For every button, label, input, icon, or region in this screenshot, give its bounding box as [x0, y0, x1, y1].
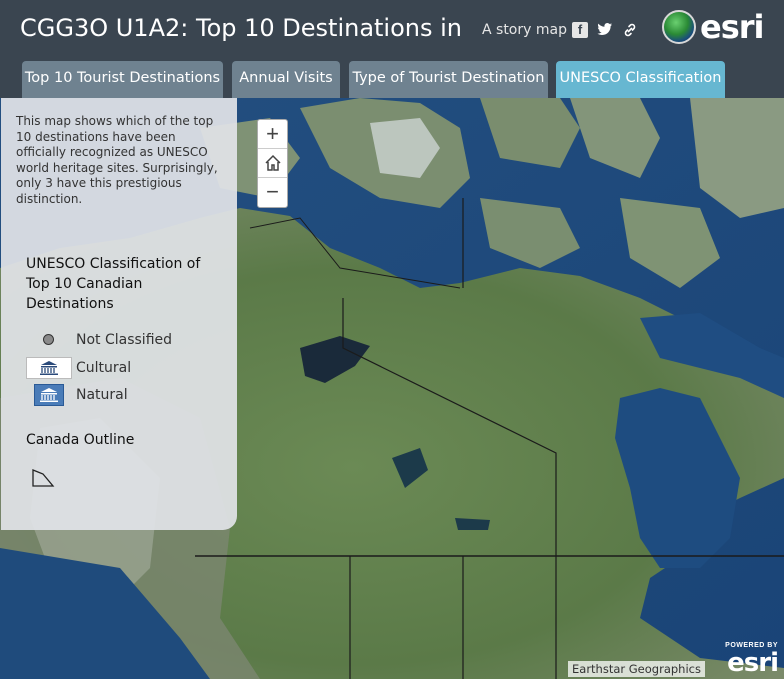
tab-unesco-classification[interactable]: UNESCO Classification	[556, 61, 725, 98]
facebook-icon[interactable]: f	[572, 22, 588, 38]
tab-bar: Top 10 Tourist Destinations Annual Visit…	[0, 56, 784, 98]
app-header: CGG3O U1A2: Top 10 Destinations in C A s…	[0, 0, 784, 56]
legend-item-not-classified: Not Classified	[26, 329, 226, 351]
page-title: CGG3O U1A2: Top 10 Destinations in C	[20, 14, 464, 42]
map-description: This map shows which of the top 10 desti…	[16, 114, 218, 206]
twitter-icon[interactable]	[597, 22, 613, 38]
powered-by-esri-logo[interactable]: POWERED BY esri	[716, 640, 782, 678]
globe-icon	[662, 10, 696, 44]
gray-dot-icon	[43, 334, 54, 345]
esri-logo[interactable]: esri	[662, 8, 764, 46]
zoom-out-button[interactable]: −	[258, 178, 287, 207]
link-icon[interactable]	[622, 22, 638, 38]
zoom-controls: + −	[257, 119, 288, 208]
tab-type-of-tourist-destination[interactable]: Type of Tourist Destination	[349, 61, 548, 98]
home-icon	[264, 154, 281, 171]
legend-title: UNESCO Classification of Top 10 Canadian…	[26, 256, 201, 312]
tab-top-10-tourist-destinations[interactable]: Top 10 Tourist Destinations	[22, 61, 223, 98]
page-subtitle: A story map	[482, 22, 567, 38]
legend-item-natural: Natural	[26, 384, 226, 406]
unesco-cultural-icon	[26, 357, 72, 379]
legend-panel: This map shows which of the top 10 desti…	[1, 98, 237, 530]
legend-item-cultural: Cultural	[26, 357, 226, 379]
outline-polygon-icon	[32, 469, 55, 487]
home-button[interactable]	[258, 149, 287, 178]
zoom-in-button[interactable]: +	[258, 120, 287, 149]
map-attribution: Earthstar Geographics	[568, 661, 705, 677]
tab-annual-visits[interactable]: Annual Visits	[232, 61, 340, 98]
unesco-natural-icon	[34, 384, 64, 406]
outline-legend-title: Canada Outline	[26, 432, 135, 448]
